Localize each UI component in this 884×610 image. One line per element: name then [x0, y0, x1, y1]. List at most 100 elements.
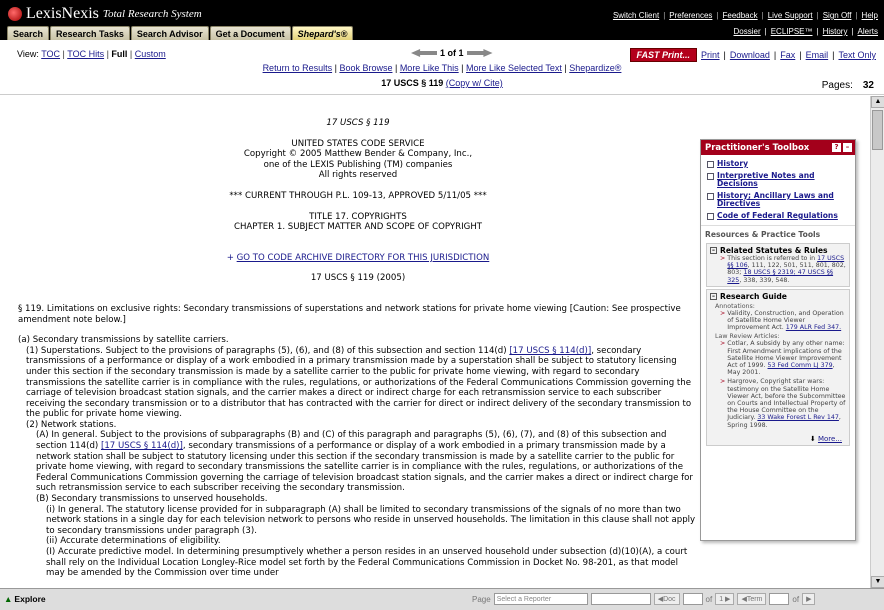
help-link[interactable]: Help: [862, 11, 878, 20]
document-icon: [707, 173, 714, 180]
bottom-nav-controls: Page Select a Reporter ◀ Doc of 1 ▶ ◀ Te…: [472, 593, 816, 605]
lexisnexis-logo[interactable]: LexisNexis Total Research System: [8, 5, 202, 23]
dossier-link[interactable]: Dossier: [734, 27, 761, 36]
practitioners-toolbox: Practitioner's Toolbox ? – History Inter…: [700, 139, 856, 541]
copy-with-cite-link[interactable]: (Copy w/ Cite): [446, 78, 503, 88]
fax-link[interactable]: Fax: [780, 50, 795, 60]
more-like-selected-text-link[interactable]: More Like Selected Text: [466, 63, 562, 73]
statute-text: 17 USCS § 119 UNITED STATES CODE SERVICE…: [18, 96, 698, 579]
scroll-up-icon[interactable]: ▲: [871, 96, 884, 108]
cite-17-uscs-114d-link-2[interactable]: [17 USCS § 114(d)]: [101, 441, 183, 451]
related-statutes-text: This section is referred to in 17 USCS §…: [727, 255, 846, 284]
collapse-icon[interactable]: –: [710, 292, 717, 300]
doc-number-input[interactable]: [682, 593, 703, 605]
paragraph-2b-i: (i) In general. The statutory license pr…: [46, 504, 696, 536]
view-toc[interactable]: TOC: [41, 49, 60, 59]
term-next-button[interactable]: ▶: [802, 593, 816, 605]
law-review-label: Law Review Articles:: [715, 333, 780, 341]
term-prev-button[interactable]: ◀ Term: [737, 593, 767, 605]
rights-line: All rights reserved: [318, 170, 398, 181]
annotation-link[interactable]: 179 ALR Fed 347.: [786, 324, 841, 331]
scroll-down-icon[interactable]: ▼: [871, 576, 884, 588]
citation-line: 17 USCS § 119 (Copy w/ Cite): [0, 78, 884, 88]
view-label: View:: [17, 49, 39, 59]
doc-prev-button[interactable]: ◀ Doc: [653, 593, 680, 605]
archive-link-row: + GO TO CODE ARCHIVE DIRECTORY FOR THIS …: [18, 253, 698, 264]
view-full[interactable]: Full: [111, 49, 127, 59]
print-link[interactable]: Print: [701, 50, 720, 60]
toolbox-history[interactable]: History: [701, 158, 855, 170]
tab-get-a-document[interactable]: Get a Document: [209, 26, 291, 40]
toolbox-cfr[interactable]: Code of Federal Regulations: [701, 210, 855, 222]
document-icon: [707, 193, 714, 200]
view-bar: View: TOC | TOC Hits | Full | Custom 1 o…: [0, 40, 884, 95]
view-custom[interactable]: Custom: [135, 49, 166, 59]
return-to-results-link[interactable]: Return to Results: [263, 63, 333, 73]
related-statutes-panel: – Related Statutes & Rules > This section …: [706, 243, 850, 287]
sign-off-link[interactable]: Sign Off: [823, 11, 852, 20]
code-archive-link[interactable]: GO TO CODE ARCHIVE DIRECTORY FOR THIS JU…: [237, 253, 490, 263]
tab-search[interactable]: Search: [7, 26, 50, 40]
law-review-link-2[interactable]: 33 Wake Forest L Rev 147: [757, 414, 839, 421]
currency-note: *** CURRENT THROUGH P.L. 109-13, APPROVE…: [229, 190, 487, 201]
archive-bullet-icon: +: [226, 252, 237, 263]
copyright-line-2: one of the LEXIS Publishing (TM) compani…: [263, 159, 453, 170]
title-heading: TITLE 17. COPYRIGHTS: [309, 211, 407, 222]
system-name: Total Research System: [102, 8, 202, 20]
paragraph-1: (1) Superstations. Subject to the provis…: [26, 345, 692, 420]
toolbox-title: Practitioner's Toolbox: [705, 142, 810, 153]
pages-count: Pages: 32: [822, 80, 874, 91]
section-citation: 17 USCS § 119 (2005): [310, 273, 406, 284]
page-label: Page: [472, 594, 491, 604]
paragraph-2b-ii: (ii) Accurate determinations of eligibil…: [46, 536, 221, 547]
eclipse-link[interactable]: ECLIPSE™: [771, 27, 813, 36]
research-guide-heading: Research Guide: [720, 291, 787, 301]
vertical-scrollbar[interactable]: ▲ ▼: [870, 96, 884, 588]
explore-button[interactable]: ▲ Explore: [4, 594, 46, 604]
page-input[interactable]: [590, 593, 651, 605]
toolbox-interpretive-notes[interactable]: Interpretive Notes and Decisions: [701, 170, 855, 190]
law-review-link-1[interactable]: 53 Fed Comm LJ 379: [768, 362, 833, 369]
previous-arrow-icon[interactable]: [411, 49, 437, 57]
doc-next-button[interactable]: 1 ▶: [715, 593, 735, 605]
utility-links: Switch Client | Preferences | Feedback | Li…: [612, 11, 878, 20]
code-title: UNITED STATES CODE SERVICE: [291, 138, 425, 149]
text-only-link[interactable]: Text Only: [838, 50, 876, 60]
result-pager: 1 of 1: [411, 48, 493, 58]
bottom-navigation-bar: ▲ Explore Page Select a Reporter ◀ Doc of…: [0, 588, 884, 610]
toolbox-ancillary-laws[interactable]: History; Ancillary Laws and Directives: [701, 190, 855, 210]
more-link[interactable]: More...: [818, 435, 842, 443]
view-toc-hits[interactable]: TOC Hits: [67, 49, 104, 59]
book-browse-link[interactable]: Book Browse: [339, 63, 392, 73]
download-link[interactable]: Download: [730, 50, 770, 60]
cite-17-uscs-114d-link[interactable]: [17 USCS § 114(d)]: [509, 346, 591, 356]
delivery-actions: FAST Print... Print | Download | Fax | Emai…: [629, 48, 876, 62]
copyright-line: Copyright © 2005 Matthew Bender & Compan…: [243, 149, 473, 160]
alerts-link[interactable]: Alerts: [858, 27, 878, 36]
tab-research-tasks[interactable]: Research Tasks: [50, 26, 130, 40]
feedback-link[interactable]: Feedback: [722, 11, 757, 20]
utility-links-secondary: Dossier | ECLIPSE™ | History | Alerts: [733, 27, 879, 36]
term-number-input[interactable]: [769, 593, 790, 605]
next-arrow-icon[interactable]: [466, 49, 493, 57]
scroll-thumb[interactable]: [872, 110, 883, 150]
document-icon: [707, 213, 714, 220]
more-like-this-link[interactable]: More Like This: [400, 63, 459, 73]
chapter-heading: CHAPTER 1. SUBJECT MATTER AND SCOPE OF C…: [233, 222, 483, 233]
related-statutes-heading: Related Statutes & Rules: [720, 246, 828, 255]
reporter-select[interactable]: Select a Reporter: [493, 593, 588, 605]
tab-search-advisor[interactable]: Search Advisor: [130, 26, 209, 40]
email-link[interactable]: Email: [806, 50, 829, 60]
minimize-icon[interactable]: –: [843, 143, 852, 152]
history-link[interactable]: History: [823, 27, 848, 36]
collapse-icon[interactable]: –: [710, 247, 717, 254]
tab-shepards[interactable]: Shepard's®: [291, 26, 354, 40]
shepardize-link[interactable]: Shepardize®: [569, 63, 621, 73]
switch-client-link[interactable]: Switch Client: [613, 11, 659, 20]
live-support-link[interactable]: Live Support: [768, 11, 813, 20]
preferences-link[interactable]: Preferences: [669, 11, 712, 20]
document-icon: [707, 161, 714, 168]
fast-print-button[interactable]: FAST Print...: [629, 48, 698, 62]
pages-label: Pages:: [821, 80, 853, 91]
help-icon[interactable]: ?: [832, 143, 841, 152]
